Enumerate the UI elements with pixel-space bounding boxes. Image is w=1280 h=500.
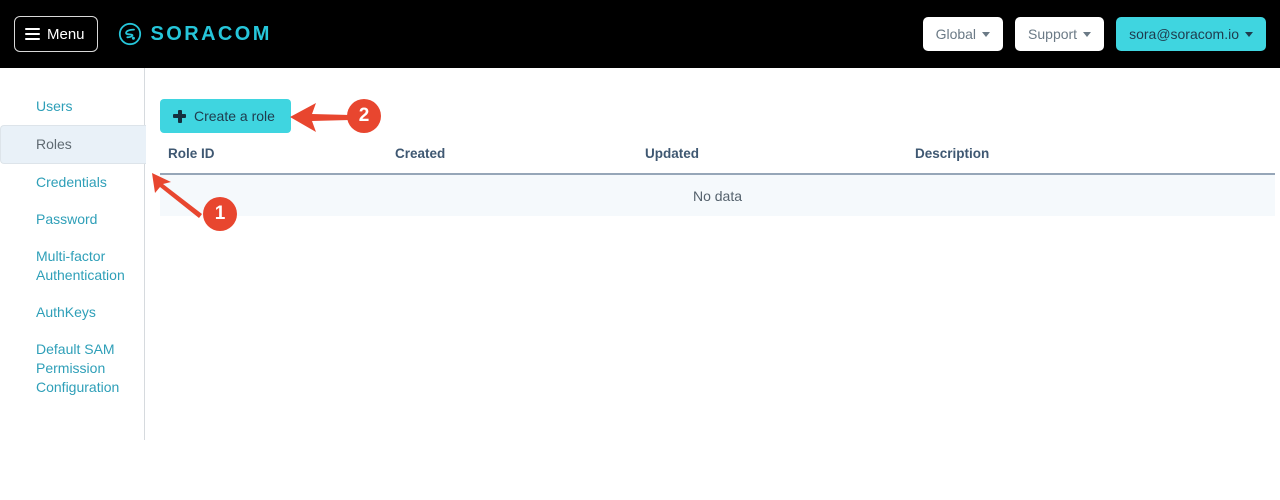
sidebar-item-roles[interactable]: Roles: [0, 125, 146, 164]
account-menu-button[interactable]: sora@soracom.io: [1116, 17, 1266, 51]
sidebar-item-credentials[interactable]: Credentials: [0, 164, 144, 201]
roles-table-container: Role ID Created Updated Description No d…: [160, 146, 1275, 216]
annotation-badge-2: 2: [347, 99, 381, 133]
empty-state-message: No data: [160, 174, 1275, 216]
sidebar-item-users[interactable]: Users: [0, 88, 144, 125]
region-selector-label: Global: [935, 26, 977, 42]
column-header-updated[interactable]: Updated: [645, 146, 915, 175]
header-actions: Global Support sora@soracom.io: [922, 17, 1266, 51]
column-header-role-id[interactable]: Role ID: [160, 146, 395, 175]
annotation-arrow-2: [290, 103, 350, 132]
column-header-description[interactable]: Description: [915, 146, 1275, 175]
chevron-down-icon: [982, 31, 991, 37]
table-header-row: Role ID Created Updated Description: [160, 146, 1275, 175]
menu-button[interactable]: Menu: [14, 16, 98, 52]
chevron-down-icon: [1245, 31, 1253, 37]
roles-table-body: No data: [160, 174, 1275, 216]
roles-table-header: Role ID Created Updated Description: [160, 146, 1275, 175]
create-a-role-label: Create a role: [194, 108, 275, 124]
region-selector-button[interactable]: Global: [922, 17, 1004, 51]
plus-icon: [173, 109, 186, 123]
soracom-logo-icon: [118, 22, 141, 46]
create-a-role-button[interactable]: Create a role: [160, 99, 291, 133]
settings-sidebar: Users Roles Credentials Password Multi-f…: [0, 68, 146, 440]
sidebar-item-default-sam-permission-configuration[interactable]: Default SAM Permission Configuration: [0, 331, 144, 406]
brand-logo[interactable]: SORACOM: [118, 22, 272, 46]
column-header-created[interactable]: Created: [395, 146, 645, 175]
menu-button-label: Menu: [47, 25, 85, 43]
top-navigation-bar: Menu SORACOM Global Support sora@soracom…: [0, 0, 1280, 68]
roles-table: Role ID Created Updated Description No d…: [160, 146, 1275, 216]
brand-name: SORACOM: [150, 22, 272, 45]
chevron-down-icon: [1083, 31, 1092, 37]
hamburger-icon: [25, 25, 40, 43]
support-menu-label: Support: [1028, 26, 1078, 42]
table-row: No data: [160, 174, 1275, 216]
account-menu-label: sora@soracom.io: [1129, 26, 1239, 42]
sidebar-item-authkeys[interactable]: AuthKeys: [0, 294, 144, 331]
sidebar-item-password[interactable]: Password: [0, 201, 144, 238]
sidebar-item-multi-factor-authentication[interactable]: Multi-factor Authentication: [0, 238, 144, 294]
support-menu-button[interactable]: Support: [1015, 17, 1105, 51]
annotation-badge-1: 1: [203, 197, 237, 231]
